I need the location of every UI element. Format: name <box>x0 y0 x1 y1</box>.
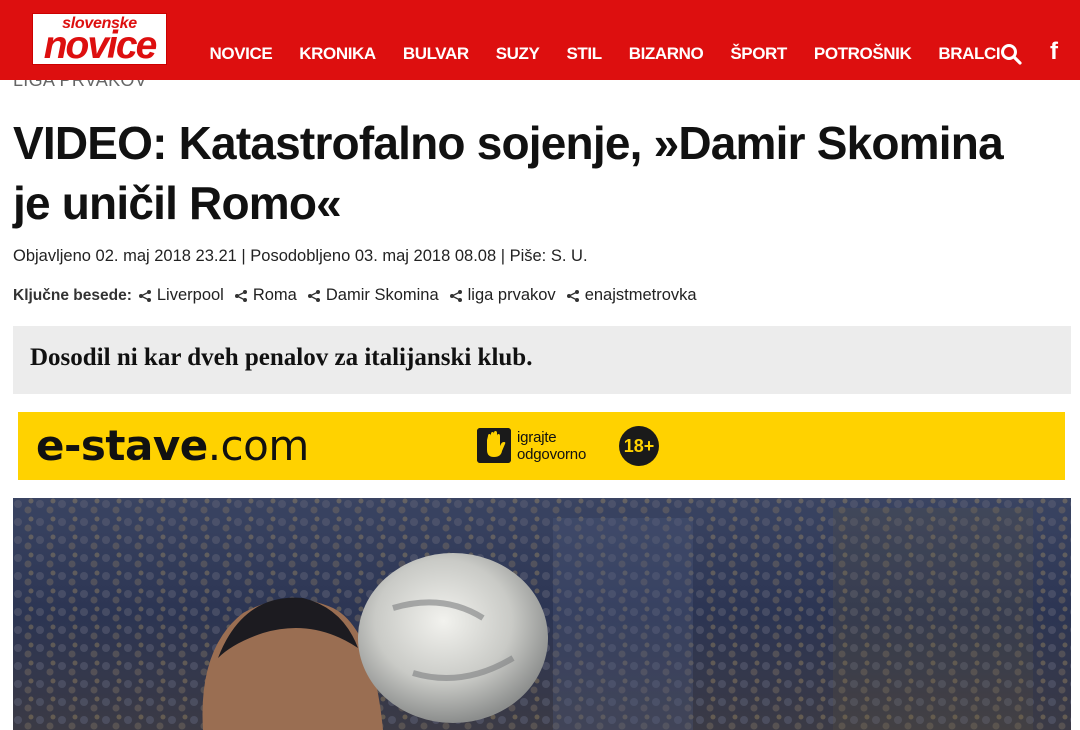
main-nav: NOVICE KRONIKA BULVAR SUZY STIL BIZARNO … <box>196 44 1014 64</box>
nav-item-bizarno[interactable]: BIZARNO <box>615 44 717 64</box>
keyword-label: enajstmetrovka <box>584 286 697 304</box>
keyword-liverpool[interactable]: Liverpool <box>138 286 224 305</box>
nav-item-suzy[interactable]: SUZY <box>482 44 553 64</box>
responsible-line-1: igrajte <box>517 429 557 446</box>
keyword-roma[interactable]: Roma <box>234 286 297 305</box>
facebook-icon[interactable]: f <box>1050 40 1066 64</box>
nav-item-stil[interactable]: STIL <box>553 44 615 64</box>
article-title: VIDEO: Katastrofalno sojenje, »Damir Sko… <box>13 117 1004 229</box>
site-header: slovenske novice NOVICE KRONIKA BULVAR S… <box>0 0 1080 80</box>
share-icon <box>307 289 320 302</box>
hero-photo <box>13 498 1071 730</box>
share-icon <box>138 289 151 302</box>
responsible-line-2: odgovorno <box>517 446 587 463</box>
keywords-label: Ključne besede: <box>13 286 132 304</box>
article-lead: Dosodil ni kar dveh penalov za italijans… <box>30 344 533 371</box>
share-icon <box>234 289 247 302</box>
ad-brand-light: .com <box>207 421 310 470</box>
search-icon[interactable] <box>1000 43 1022 65</box>
lead-box: Dosodil ni kar dveh penalov za italijans… <box>13 326 1071 394</box>
keyword-enajstmetrovka[interactable]: enajstmetrovka <box>566 286 697 305</box>
ad-banner[interactable]: e-stave.com igrajte odgovorno 18+ <box>18 412 1065 480</box>
keyword-label: liga prvakov <box>467 286 556 304</box>
nav-item-sport[interactable]: ŠPORT <box>717 44 801 64</box>
article-hero-image[interactable] <box>13 498 1071 730</box>
ad-brand: e-stave.com <box>36 422 309 470</box>
nav-item-kronika[interactable]: KRONIKA <box>286 44 390 64</box>
nav-item-bulvar[interactable]: BULVAR <box>389 44 482 64</box>
keyword-label: Roma <box>252 286 297 304</box>
keyword-liga-prvakov[interactable]: liga prvakov <box>449 286 556 305</box>
logo-main-text: novice <box>43 24 158 67</box>
responsible-text: igrajte odgovorno <box>517 429 586 463</box>
hand-icon <box>477 428 511 463</box>
keyword-label: Liverpool <box>156 286 224 304</box>
keyword-damir-skomina[interactable]: Damir Skomina <box>307 286 439 305</box>
article-meta: Objavljeno 02. maj 2018 23.21 | Posodobl… <box>13 247 588 265</box>
share-icon <box>449 289 462 302</box>
site-logo[interactable]: slovenske novice <box>32 13 167 67</box>
nav-item-novice[interactable]: NOVICE <box>196 44 286 64</box>
nav-item-potrosnik[interactable]: POTROŠNIK <box>800 44 924 64</box>
ad-brand-bold: e-stave <box>36 421 208 470</box>
keyword-label: Damir Skomina <box>325 286 439 304</box>
share-icon <box>566 289 579 302</box>
age-badge: 18+ <box>619 426 659 466</box>
keywords-row: Ključne besede: Liverpool Roma Damir Sko… <box>13 286 707 305</box>
